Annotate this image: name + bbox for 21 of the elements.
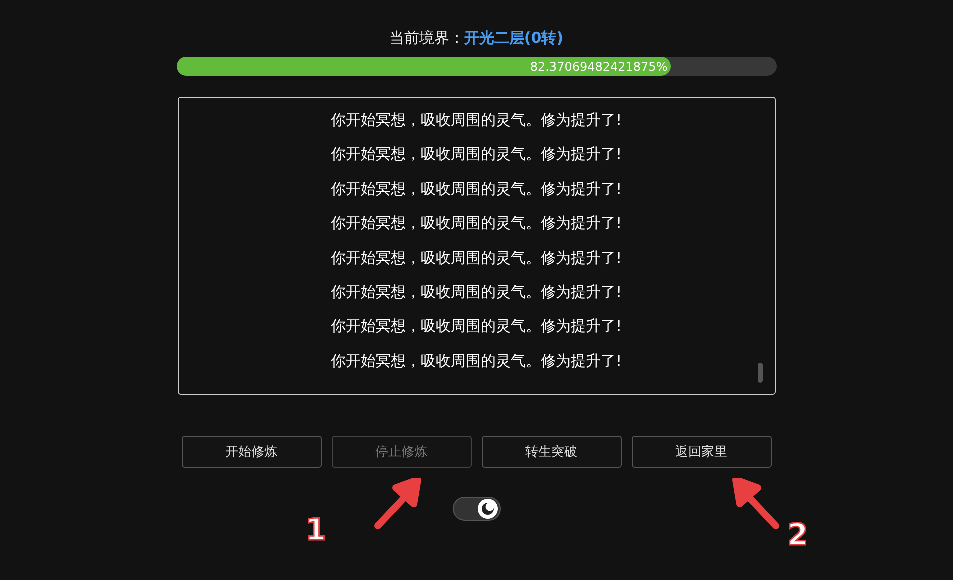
log-line: 你开始冥想，吸收周围的灵气。修为提升了! bbox=[330, 248, 622, 269]
theme-toggle[interactable] bbox=[452, 497, 500, 521]
action-button[interactable]: 返回家里 bbox=[632, 436, 772, 468]
annotation-arrow bbox=[374, 478, 424, 530]
log-line: 你开始冥想，吸收周围的灵气。修为提升了! bbox=[330, 350, 622, 372]
log-line: 你开始冥想，吸收周围的灵气。修为提升了! bbox=[330, 316, 622, 338]
log-line: 你开始冥想，吸收周围的灵气。修为提升了! bbox=[330, 178, 622, 200]
action-button[interactable]: 开始修炼 bbox=[182, 436, 322, 468]
realm-value: 开光二层(0转) bbox=[464, 28, 564, 48]
annotation-number: 2 bbox=[788, 518, 808, 553]
scrollbar-thumb[interactable] bbox=[758, 363, 762, 383]
log-line: 你开始冥想，吸收周围的灵气。修为提升了! bbox=[330, 144, 622, 166]
log-line: 你开始冥想，吸收周围的灵气。修为提升了! bbox=[330, 110, 622, 131]
action-button[interactable]: 转生突破 bbox=[482, 436, 622, 468]
moon-icon bbox=[480, 502, 494, 516]
annotation-arrow bbox=[730, 478, 780, 530]
annotation-number: 1 bbox=[306, 513, 326, 548]
log-line: 你开始冥想，吸收周围的灵气。修为提升了! bbox=[330, 213, 622, 234]
log-line: 你开始冥想，吸收周围的灵气。修为提升了! bbox=[330, 282, 622, 303]
progress-reading: 82.37069482421875% bbox=[530, 60, 669, 74]
realm-label: 当前境界： bbox=[389, 28, 464, 48]
